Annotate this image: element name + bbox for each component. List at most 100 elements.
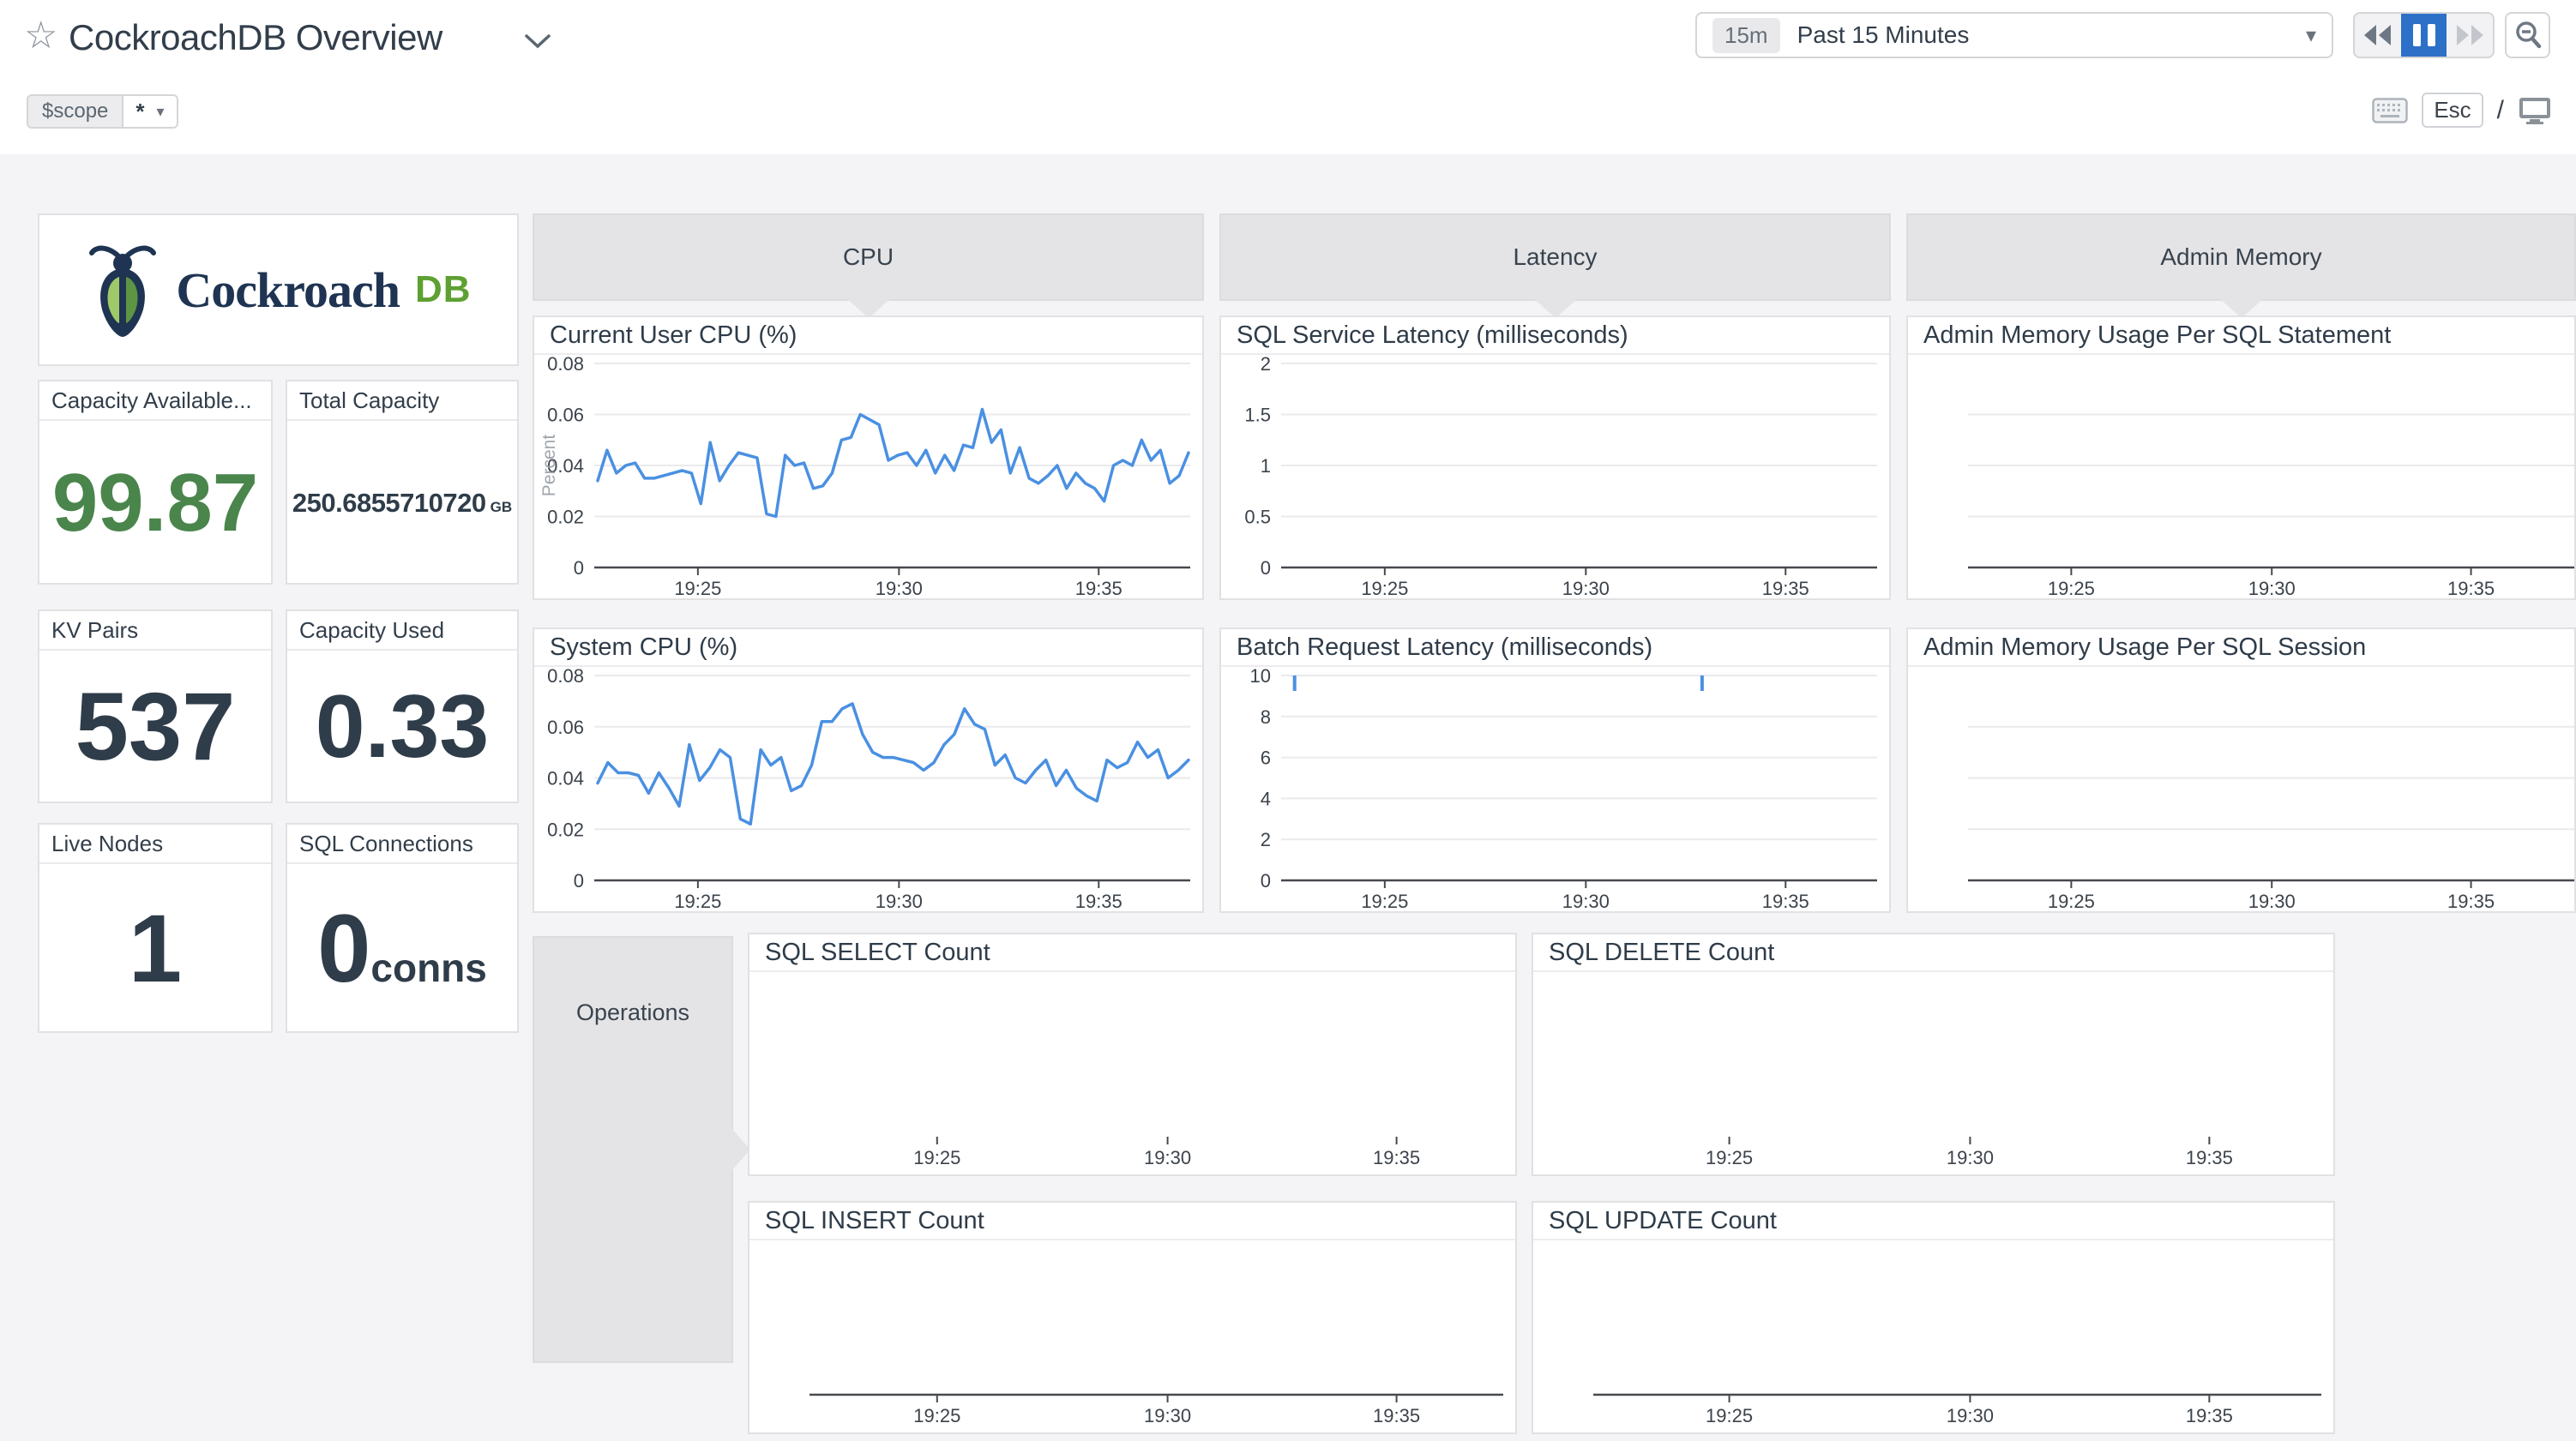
chart-sql-select-count: SQL SELECT Count 19:2519:3019:35 <box>748 933 1517 1176</box>
chart-plot-area[interactable]: 19:2519:3019:35 <box>1533 1242 2333 1432</box>
svg-text:0: 0 <box>574 870 584 892</box>
svg-text:0.02: 0.02 <box>547 507 584 528</box>
svg-text:19:25: 19:25 <box>913 1405 960 1426</box>
group-label: Latency <box>1513 243 1597 271</box>
chart-plot-area[interactable]: 19:25 19:30 19:35 <box>749 974 1515 1174</box>
chart-batch-request-latency: Batch Request Latency (milliseconds) 108… <box>1219 627 1891 913</box>
chart-sql-insert-count: SQL INSERT Count 19:25 19:30 19:35 <box>748 1201 1517 1434</box>
chart-sql-service-latency: SQL Service Latency (milliseconds) 21.51… <box>1219 315 1891 600</box>
chart-plot-area[interactable]: 19:2519:3019:35 <box>1908 669 2574 911</box>
svg-text:19:35: 19:35 <box>1373 1147 1420 1168</box>
stat-kv-pairs: KV Pairs 537 <box>38 609 273 803</box>
svg-text:19:30: 19:30 <box>1947 1147 1994 1168</box>
svg-text:19:25: 19:25 <box>1706 1147 1753 1168</box>
chart-plot-area[interactable]: 0.080.060.040.02019:2519:3019:35Percent <box>534 357 1202 598</box>
svg-text:19:25: 19:25 <box>674 891 721 911</box>
chart-plot-area[interactable]: 108642019:2519:3019:35 <box>1221 669 1889 911</box>
time-range-label: Past 15 Minutes <box>1797 21 1970 49</box>
group-label: Admin Memory <box>2160 243 2321 271</box>
svg-text:19:25: 19:25 <box>2048 891 2095 911</box>
svg-text:0.08: 0.08 <box>547 669 584 687</box>
chart-title: SQL DELETE Count <box>1533 934 2333 972</box>
title-chevron-down-icon[interactable] <box>523 33 552 54</box>
stat-value: 0 <box>317 901 370 997</box>
svg-text:19:35: 19:35 <box>2447 891 2495 911</box>
chart-plot-area[interactable]: 21.510.5019:2519:3019:35 <box>1221 357 1889 598</box>
time-range-badge: 15m <box>1712 18 1780 53</box>
svg-text:19:30: 19:30 <box>1947 1405 1994 1426</box>
svg-text:19:30: 19:30 <box>876 891 923 911</box>
stat-label: KV Pairs <box>39 611 271 651</box>
scope-caret-down-icon: ▾ <box>157 103 165 121</box>
chart-plot-area[interactable]: 19:25 19:30 19:35 <box>749 1242 1515 1432</box>
time-range-selector[interactable]: 15m Past 15 Minutes ▾ <box>1695 12 2333 58</box>
svg-text:0: 0 <box>574 557 584 579</box>
svg-text:19:30: 19:30 <box>1562 578 1610 598</box>
slash-separator: / <box>2497 96 2504 125</box>
svg-text:19:35: 19:35 <box>2186 1405 2233 1426</box>
scope-template-variable[interactable]: $scope * ▾ <box>27 94 178 129</box>
esc-key-hint: Esc <box>2422 93 2483 128</box>
svg-text:0: 0 <box>1261 557 1271 579</box>
chart-plot-area[interactable]: 19:25 19:30 19:35 <box>1533 974 2333 1174</box>
svg-text:Percent: Percent <box>539 435 559 497</box>
chart-plot-area[interactable]: 19:2519:3019:35 <box>1908 357 2574 598</box>
chart-title: Admin Memory Usage Per SQL Session <box>1908 629 2574 667</box>
svg-text:19:35: 19:35 <box>1762 578 1809 598</box>
svg-text:19:30: 19:30 <box>2248 578 2296 598</box>
rewind-button[interactable] <box>2355 14 2401 57</box>
chart-title: Batch Request Latency (milliseconds) <box>1221 629 1889 667</box>
stat-value: 537 <box>75 679 236 775</box>
chart-plot-area[interactable]: 0.080.060.040.02019:2519:3019:35 <box>534 669 1202 911</box>
svg-text:19:35: 19:35 <box>2447 578 2495 598</box>
svg-text:1: 1 <box>1261 455 1271 477</box>
pause-icon <box>2413 24 2421 46</box>
stat-label: Live Nodes <box>39 825 271 864</box>
chart-title: Admin Memory Usage Per SQL Statement <box>1908 317 2574 355</box>
stat-capacity-available: Capacity Available... 99.87 <box>38 380 273 585</box>
svg-text:19:35: 19:35 <box>1762 891 1809 911</box>
tv-mode-icon[interactable] <box>2518 96 2552 125</box>
svg-text:19:25: 19:25 <box>1361 891 1408 911</box>
zoom-out-icon <box>2513 20 2543 51</box>
zoom-out-button[interactable] <box>2505 12 2550 58</box>
keyboard-icon[interactable] <box>2372 98 2408 123</box>
fast-forward-button[interactable] <box>2447 14 2493 57</box>
svg-text:0: 0 <box>1261 870 1271 892</box>
group-header-operations[interactable]: Operations <box>533 936 733 1363</box>
stat-sql-connections: SQL Connections 0 conns <box>286 823 519 1033</box>
svg-text:4: 4 <box>1261 788 1271 809</box>
svg-text:10: 10 <box>1250 669 1271 687</box>
svg-text:19:30: 19:30 <box>1562 891 1610 911</box>
svg-text:2: 2 <box>1261 829 1271 850</box>
page-title[interactable]: CockroachDB Overview <box>69 17 442 58</box>
scope-value: * <box>135 99 144 125</box>
keyboard-hints: Esc / <box>2372 93 2552 128</box>
dashboard-page: ☆ CockroachDB Overview 15m Past 15 Minut… <box>0 0 2576 1441</box>
svg-text:19:35: 19:35 <box>2186 1147 2233 1168</box>
favorite-star-icon[interactable]: ☆ <box>24 14 57 57</box>
stat-label: SQL Connections <box>287 825 517 864</box>
svg-text:19:35: 19:35 <box>1373 1405 1420 1426</box>
brand-suffix: DB <box>415 268 472 311</box>
group-header-latency[interactable]: Latency <box>1219 213 1891 301</box>
stat-value: 1 <box>129 901 182 997</box>
group-header-cpu[interactable]: CPU <box>533 213 1204 301</box>
svg-text:19:30: 19:30 <box>1144 1147 1191 1168</box>
svg-text:19:25: 19:25 <box>913 1147 960 1168</box>
pause-button[interactable] <box>2401 14 2447 57</box>
stat-value: 99.87 <box>52 462 258 544</box>
chart-current-user-cpu: Current User CPU (%) 0.080.060.040.02019… <box>533 315 1204 600</box>
stat-live-nodes: Live Nodes 1 <box>38 823 273 1033</box>
svg-text:19:25: 19:25 <box>674 578 721 598</box>
chart-title: Current User CPU (%) <box>534 317 1202 355</box>
stat-value: 250.6855710720 <box>292 489 486 516</box>
chart-title: SQL UPDATE Count <box>1533 1203 2333 1240</box>
svg-text:19:30: 19:30 <box>1144 1405 1191 1426</box>
chart-title: SQL INSERT Count <box>749 1203 1515 1240</box>
chart-sql-update-count: SQL UPDATE Count 19:2519:3019:35 <box>1532 1201 2335 1434</box>
svg-text:0.06: 0.06 <box>547 717 584 738</box>
group-header-admin-memory[interactable]: Admin Memory <box>1906 213 2576 301</box>
group-label: Operations <box>534 1000 731 1026</box>
stat-label: Capacity Used <box>287 611 517 651</box>
